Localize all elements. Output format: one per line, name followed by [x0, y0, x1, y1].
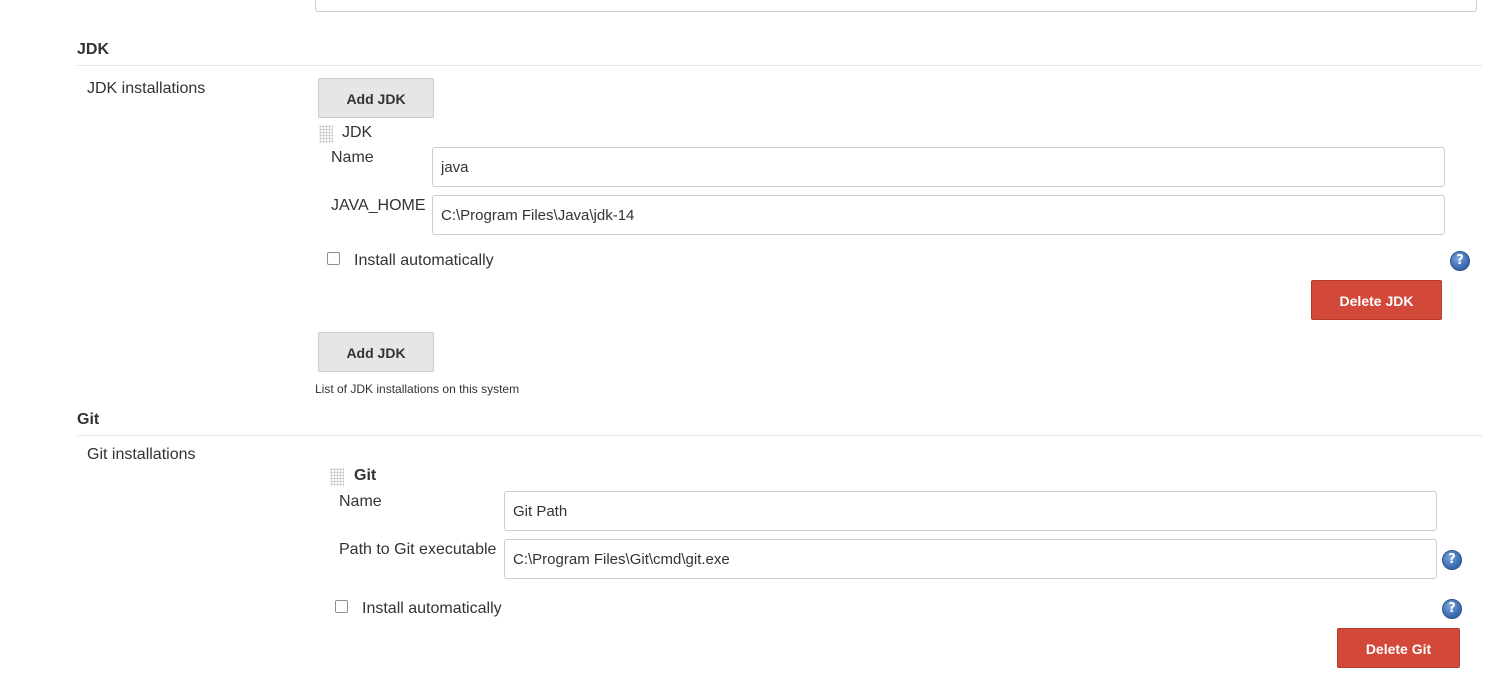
delete-git-button[interactable]: Delete Git: [1337, 628, 1460, 668]
git-section-title: Git: [77, 411, 100, 428]
help-icon[interactable]: ?: [1442, 550, 1462, 570]
drag-handle-icon[interactable]: [319, 125, 333, 143]
git-path-label: Path to Git executable: [339, 541, 497, 558]
jdk-installations-label: JDK installations: [87, 80, 206, 97]
drag-handle-icon[interactable]: [330, 468, 344, 486]
add-jdk-button-top[interactable]: Add JDK: [318, 78, 434, 118]
git-name-label: Name: [339, 493, 382, 510]
java-home-input[interactable]: [432, 195, 1445, 235]
add-jdk-button-bottom[interactable]: Add JDK: [318, 332, 434, 372]
jdk-name-label: Name: [331, 149, 374, 166]
jdk-install-automatically-label: Install automatically: [354, 252, 494, 269]
jdk-help-text: List of JDK installations on this system: [315, 382, 520, 396]
jdk-item-title: JDK: [342, 124, 373, 141]
jdk-section-title: JDK: [77, 41, 110, 58]
git-installations-label: Git installations: [87, 446, 196, 463]
jdk-name-input[interactable]: [432, 147, 1445, 187]
git-section-divider: [77, 435, 1482, 436]
git-item-title: Git: [354, 467, 377, 484]
git-path-input[interactable]: [504, 539, 1437, 579]
help-icon[interactable]: ?: [1442, 599, 1462, 619]
help-icon[interactable]: ?: [1450, 251, 1470, 271]
jdk-section-divider: [77, 65, 1482, 66]
git-install-automatically-checkbox[interactable]: [335, 600, 348, 613]
delete-jdk-button[interactable]: Delete JDK: [1311, 280, 1442, 320]
git-name-input[interactable]: [504, 491, 1437, 531]
jdk-install-automatically-checkbox[interactable]: [327, 252, 340, 265]
java-home-label: JAVA_HOME: [331, 197, 426, 214]
previous-section-field[interactable]: [315, 0, 1477, 12]
git-install-automatically-label: Install automatically: [362, 600, 502, 617]
